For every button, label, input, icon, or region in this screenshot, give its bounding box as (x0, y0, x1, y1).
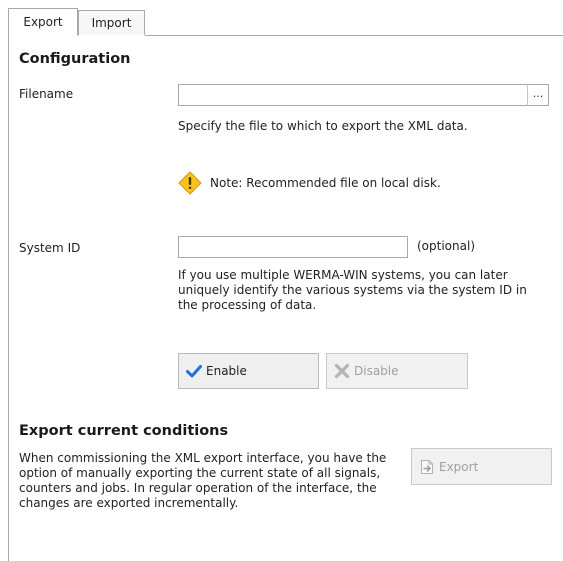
system-id-help-text: If you use multiple WERMA-WIN systems, y… (178, 268, 558, 313)
local-disk-note: Note: Recommended file on local disk. (178, 171, 441, 195)
help-line: the processing of data. (178, 298, 317, 312)
optional-label: (optional) (417, 239, 475, 253)
filename-help-text: Specify the file to which to export the … (178, 119, 468, 133)
export-button-label: Export (439, 459, 479, 474)
disable-button-label: Disable (354, 364, 399, 378)
export-file-icon (419, 459, 435, 475)
help-line: uniquely identify the various systems vi… (178, 283, 527, 297)
disable-x-icon (334, 363, 350, 379)
enable-button-label: Enable (206, 364, 247, 378)
description-line: counters and jobs. In regular operation … (19, 481, 377, 495)
help-line: If you use multiple WERMA-WIN systems, y… (178, 268, 508, 282)
warning-icon (178, 171, 202, 195)
tab-export[interactable]: Export (8, 8, 78, 36)
panel-border (8, 35, 9, 561)
browse-button[interactable]: ... (527, 84, 549, 106)
description-line: option of manually exporting the current… (19, 466, 381, 480)
configuration-heading: Configuration (19, 51, 131, 67)
export-current-description: When commissioning the XML export interf… (19, 451, 404, 511)
tab-import[interactable]: Import (78, 10, 145, 35)
description-line: When commissioning the XML export interf… (19, 451, 387, 465)
export-current-heading: Export current conditions (19, 423, 229, 439)
description-line: changes are exported incrementally. (19, 496, 239, 510)
system-id-label: System ID (19, 241, 81, 255)
export-button[interactable]: Export (411, 448, 552, 485)
disable-button[interactable]: Disable (326, 353, 468, 389)
filename-input[interactable] (178, 84, 528, 106)
note-text: Note: Recommended file on local disk. (210, 176, 441, 190)
filename-label: Filename (19, 87, 74, 101)
tab-strip-divider (145, 35, 563, 36)
checkmark-icon (186, 363, 202, 379)
system-id-input[interactable] (178, 236, 408, 258)
enable-button[interactable]: Enable (178, 353, 319, 389)
